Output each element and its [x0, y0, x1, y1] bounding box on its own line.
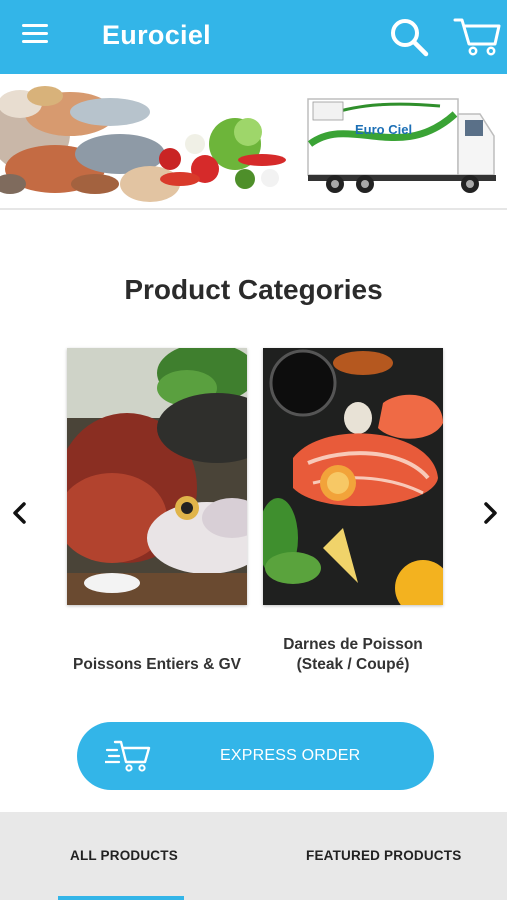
search-icon[interactable] — [388, 16, 430, 58]
tab-label: FEATURED PRODUCTS — [306, 848, 462, 863]
category-image-whole-fish — [67, 348, 247, 605]
chevron-right-icon[interactable] — [476, 496, 504, 530]
hamburger-menu-icon[interactable] — [22, 24, 52, 48]
category-label-whole-fish[interactable]: Poissons Entiers & GV — [47, 655, 267, 675]
shopping-cart-icon[interactable] — [452, 14, 502, 58]
app-title: Eurociel — [102, 20, 211, 50]
chevron-left-icon[interactable] — [6, 496, 34, 530]
express-order-label: EXPRESS ORDER — [220, 747, 361, 764]
express-order-button[interactable]: EXPRESS ORDER — [77, 722, 434, 790]
category-label-line: (Steak / Coupé) — [296, 656, 410, 673]
tab-featured-products[interactable]: FEATURED PRODUCTS — [245, 812, 507, 900]
banner-image: Euro Ciel — [0, 86, 496, 202]
truck-logo: Euro Ciel — [355, 122, 412, 137]
fast-cart-icon — [105, 740, 151, 772]
category-card-fish-steaks[interactable] — [263, 348, 443, 605]
category-label-line: Darnes de Poisson — [283, 636, 423, 653]
tab-label: ALL PRODUCTS — [70, 848, 178, 863]
bottom-tab-bar: ALL PRODUCTS FEATURED PRODUCTS — [0, 812, 507, 900]
section-title: Product Categories — [124, 274, 383, 305]
app-bar: Eurociel — [0, 0, 507, 74]
category-label-fish-steaks[interactable]: Darnes de Poisson (Steak / Coupé) — [243, 635, 463, 675]
tab-all-products[interactable]: ALL PRODUCTS — [0, 812, 245, 900]
promo-banner[interactable]: Euro Ciel — [0, 74, 507, 210]
category-card-whole-fish[interactable] — [67, 348, 247, 605]
active-tab-indicator — [58, 896, 184, 900]
category-image-fish-steaks — [263, 348, 443, 605]
